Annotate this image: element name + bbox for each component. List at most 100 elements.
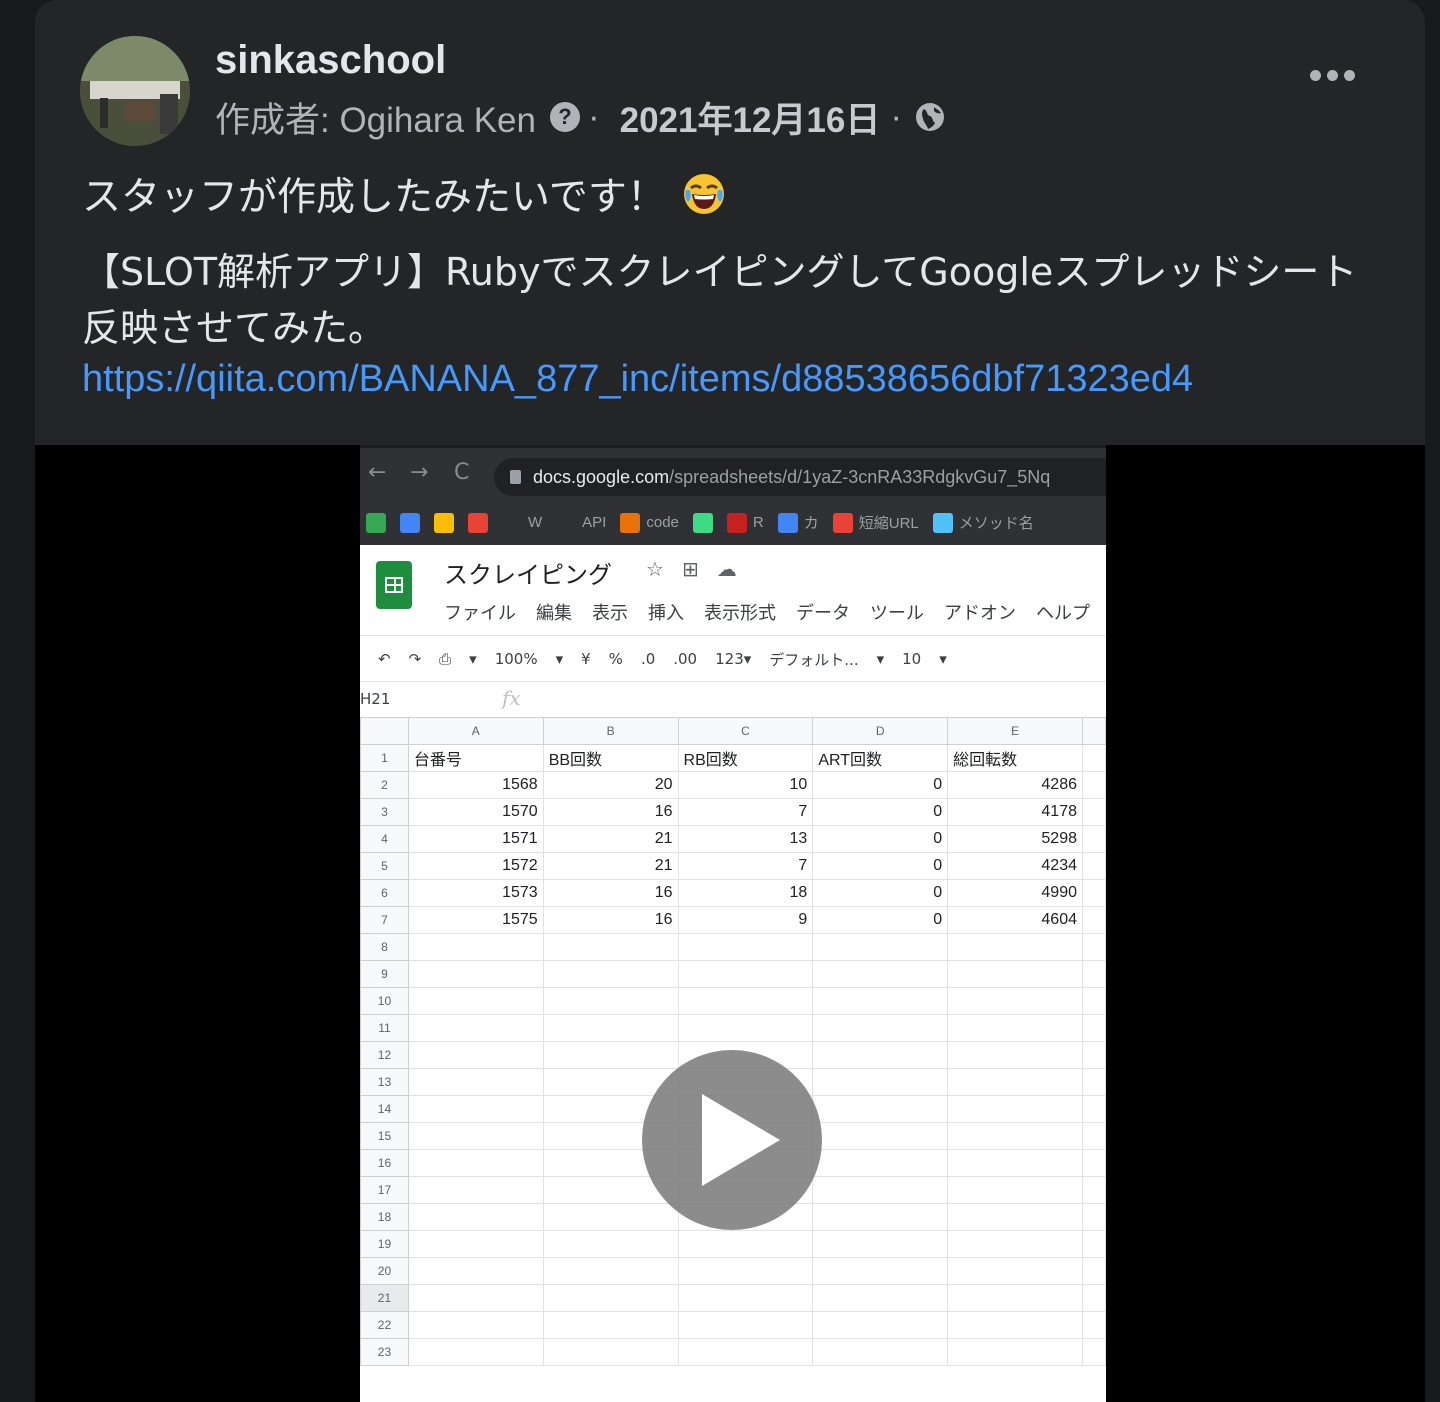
video-frame: ← → C docs.google.com /spreadsheets/d/1y… <box>360 445 1106 1402</box>
column-header: D <box>812 717 949 745</box>
table-row: 6 1573 16 18 0 4990 <box>360 879 1106 907</box>
bookmark-item[interactable]: W <box>502 512 542 533</box>
cell <box>677 933 814 961</box>
table-row: 10 <box>360 987 1106 1015</box>
cell <box>1081 1338 1106 1366</box>
bookmark-label: R <box>752 514 764 531</box>
bookmark-item[interactable]: メソッド名 <box>932 512 1034 533</box>
bookmark-icon <box>366 512 386 533</box>
cell <box>1081 1257 1106 1285</box>
sheets-menu: ファイル 編集 表示 挿入 表示形式 データ ツール アドオン ヘルプ <box>444 599 1090 625</box>
cell <box>812 1338 949 1366</box>
cell: 0 <box>812 879 949 907</box>
bookmark-icon <box>932 512 953 533</box>
cell <box>1081 906 1106 934</box>
back-icon: ← <box>368 460 387 485</box>
cell: 0 <box>812 798 949 826</box>
menu-item: ツール <box>870 603 924 624</box>
cell: 21 <box>542 825 679 853</box>
cell <box>947 1311 1083 1339</box>
toolbar-item: .00 <box>673 650 698 668</box>
bookmark-item[interactable] <box>434 512 454 533</box>
menu-item: データ <box>796 603 850 624</box>
row-number: 19 <box>360 1230 409 1258</box>
cell <box>677 1014 814 1042</box>
table-row: 3 1570 16 7 0 4178 <box>360 798 1106 826</box>
cell <box>1081 879 1106 907</box>
bookmark-item[interactable]: API <box>556 512 607 533</box>
cell <box>1081 798 1106 826</box>
byline[interactable]: 作成者: Ogihara Ken <box>215 92 536 143</box>
browser-chrome: ← → C docs.google.com /spreadsheets/d/1y… <box>360 445 1106 545</box>
bookmark-icon <box>400 512 420 533</box>
post-card: sinkaschool 作成者: Ogihara Ken ? · 2021年12… <box>35 0 1425 1402</box>
bookmark-icon <box>468 512 488 533</box>
table-row: 23 <box>360 1338 1106 1366</box>
menu-item: アドオン <box>944 603 1016 624</box>
page-avatar[interactable] <box>80 36 190 146</box>
bookmark-item[interactable] <box>468 512 488 533</box>
bookmark-icon <box>832 512 853 533</box>
post-link[interactable]: https://qiita.com/BANANA_877_inc/items/d… <box>82 358 1193 401</box>
cell <box>947 1014 1083 1042</box>
cloud-status-icon: ☁ <box>716 557 737 581</box>
row-number: 4 <box>360 825 409 853</box>
cell <box>407 1257 544 1285</box>
toolbar-item: ▾ <box>469 650 477 668</box>
bookmark-item[interactable] <box>366 512 386 533</box>
video-player[interactable]: ← → C docs.google.com /spreadsheets/d/1y… <box>35 445 1425 1402</box>
cell: 16 <box>542 906 679 934</box>
cell <box>407 1176 544 1204</box>
table-row: 4 1571 21 13 0 5298 <box>360 825 1106 853</box>
cell <box>542 1338 679 1366</box>
cell: RB回数 <box>677 744 814 772</box>
bookmark-item[interactable]: code <box>620 512 679 533</box>
cell: 0 <box>812 906 949 934</box>
menu-item: 挿入 <box>648 603 684 624</box>
more-options-icon[interactable] <box>1310 70 1355 81</box>
cell: 4178 <box>947 798 1083 826</box>
cell-reference: H21 <box>360 690 391 708</box>
cell: 13 <box>677 825 814 853</box>
reload-icon: C <box>454 460 470 485</box>
menu-item: 編集 <box>536 603 572 624</box>
cell: 1572 <box>407 852 544 880</box>
sheets-logo-icon <box>376 561 412 609</box>
toolbar-item: ▾ <box>555 650 564 668</box>
cell: 7 <box>677 798 814 826</box>
cell <box>1081 1149 1106 1177</box>
cell <box>812 1230 949 1258</box>
bookmark-item[interactable] <box>400 512 420 533</box>
post-date[interactable]: 2021年12月16日 <box>620 92 881 143</box>
row-number: 6 <box>360 879 409 907</box>
toolbar-item: 100% <box>494 650 538 668</box>
row-number: 22 <box>360 1311 409 1339</box>
bookmark-icon <box>777 512 798 533</box>
sheets-header: スクレイピング ☆ ⊞ ☁ ファイル 編集 表示 挿入 表示形式 データ ツール アドオン ヘルプ <box>360 545 1106 635</box>
table-row: 2 1568 20 10 0 4286 <box>360 771 1106 799</box>
row-number: 3 <box>360 798 409 826</box>
cell <box>542 987 679 1015</box>
bookmark-item[interactable]: 短縮URL <box>832 512 919 533</box>
cell: 4286 <box>947 771 1083 799</box>
post-text-line1: スタッフが作成したみたいです！ <box>82 166 726 222</box>
menu-item: 表示形式 <box>704 603 776 624</box>
question-icon[interactable]: ? <box>549 102 580 132</box>
row-number: 8 <box>360 933 409 961</box>
bookmark-label: API <box>582 514 607 531</box>
cell <box>812 987 949 1015</box>
cell <box>947 1068 1083 1096</box>
row-number: 1 <box>360 744 409 772</box>
cell <box>812 960 949 988</box>
menu-item: ファイル <box>444 603 516 624</box>
bookmark-item[interactable]: カ <box>777 512 819 533</box>
bookmark-item[interactable]: R <box>726 512 764 533</box>
column-header: E <box>947 717 1083 745</box>
cell: 20 <box>542 771 679 799</box>
bookmark-item[interactable] <box>692 512 713 533</box>
cell: ART回数 <box>812 744 949 772</box>
play-icon[interactable] <box>642 1050 822 1230</box>
post-meta: 作成者: Ogihara Ken ? · 2021年12月16日 · <box>215 94 946 140</box>
cell <box>812 1257 949 1285</box>
author-name[interactable]: sinkaschool <box>215 38 446 83</box>
